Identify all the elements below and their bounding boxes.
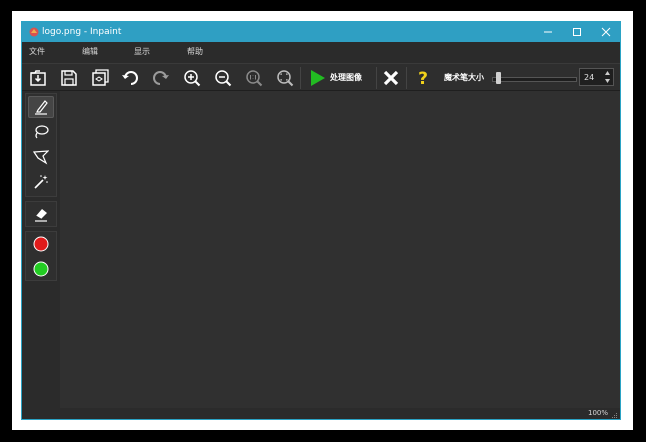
polygon-lasso-icon [33, 150, 49, 165]
redo-icon [153, 71, 169, 85]
menu-help[interactable]: 帮助 [187, 46, 203, 58]
brush-size-slider[interactable] [492, 77, 577, 82]
arrow-up-icon [605, 71, 610, 75]
brush-size-slider-thumb[interactable] [496, 72, 501, 84]
menu-bar: 文件 编辑 显示 帮助 [22, 42, 620, 63]
brush-size-value[interactable]: 24 [584, 72, 594, 83]
zoom-actual-button[interactable] [243, 67, 265, 89]
zoom-fit-button[interactable] [274, 67, 296, 89]
app-window: logo.png - Inpaint 文件 编辑 显示 帮助 处理图像 ? 魔术… [21, 21, 621, 420]
image-canvas[interactable] [60, 91, 620, 408]
redo-button[interactable] [150, 67, 172, 89]
close-window-button[interactable] [591, 22, 620, 42]
menu-view[interactable]: 显示 [134, 46, 150, 58]
spin-up-button[interactable] [603, 69, 612, 77]
minimize-icon [544, 31, 552, 33]
process-label[interactable]: 处理图像 [330, 72, 362, 84]
red-dot-icon [33, 236, 49, 252]
green-marker-button[interactable] [28, 258, 54, 280]
close-icon [601, 27, 611, 37]
tool-sidebar [22, 91, 60, 408]
save-as-icon [92, 69, 109, 86]
save-as-button[interactable] [89, 67, 111, 89]
open-button[interactable] [27, 67, 49, 89]
title-bar: logo.png - Inpaint [22, 22, 620, 42]
toolbar-separator [406, 67, 407, 89]
red-marker-button[interactable] [28, 233, 54, 255]
maximize-icon [573, 28, 581, 36]
app-logo-icon [29, 27, 39, 37]
zoom-fit-icon [277, 70, 294, 87]
open-icon [30, 70, 46, 86]
cancel-button[interactable] [380, 67, 402, 89]
brush-size-label: 魔术笔大小 [444, 73, 484, 82]
question-icon: ? [418, 69, 428, 87]
window-title: logo.png - Inpaint [42, 27, 122, 37]
zoom-actual-icon [246, 70, 263, 87]
undo-icon [122, 71, 138, 85]
arrow-down-icon [605, 79, 610, 83]
menu-file[interactable]: 文件 [29, 46, 45, 58]
spin-down-button[interactable] [603, 77, 612, 85]
close-x-icon [383, 70, 399, 86]
status-bar: 100% [22, 408, 620, 419]
zoom-out-icon [215, 70, 232, 87]
toolbar-separator [300, 67, 301, 89]
zoom-out-button[interactable] [212, 67, 234, 89]
toolbar-separator [376, 67, 377, 89]
svg-text:?: ? [418, 69, 428, 87]
eraser-tool-button[interactable] [28, 203, 54, 225]
help-button[interactable]: ? [412, 67, 434, 89]
undo-button[interactable] [119, 67, 141, 89]
zoom-in-button[interactable] [181, 67, 203, 89]
play-icon [311, 70, 325, 86]
save-icon [61, 70, 77, 86]
zoom-level: 100% [587, 409, 608, 417]
magic-wand-icon [34, 175, 48, 189]
minimize-button[interactable] [533, 22, 563, 42]
magic-wand-tool-button[interactable] [28, 171, 54, 193]
eraser-icon [35, 209, 47, 222]
selection-tools-group [25, 93, 57, 197]
lasso-tool-button[interactable] [28, 121, 54, 143]
zoom-in-icon [184, 70, 201, 87]
brush-size-spinbox[interactable]: 24 [579, 68, 614, 86]
marker-icon [35, 100, 48, 115]
marker-tool-button[interactable] [28, 96, 54, 118]
resize-grip-icon[interactable] [611, 412, 618, 419]
toolbar: 处理图像 ? 魔术笔大小 24 [22, 63, 620, 91]
menu-edit[interactable]: 编辑 [82, 46, 98, 58]
save-button[interactable] [58, 67, 80, 89]
eraser-group [25, 201, 57, 227]
lasso-icon [35, 125, 49, 139]
polygon-lasso-tool-button[interactable] [28, 146, 54, 168]
process-button[interactable] [306, 67, 328, 89]
maximize-button[interactable] [562, 22, 592, 42]
green-dot-icon [33, 261, 49, 277]
color-group [25, 231, 57, 281]
